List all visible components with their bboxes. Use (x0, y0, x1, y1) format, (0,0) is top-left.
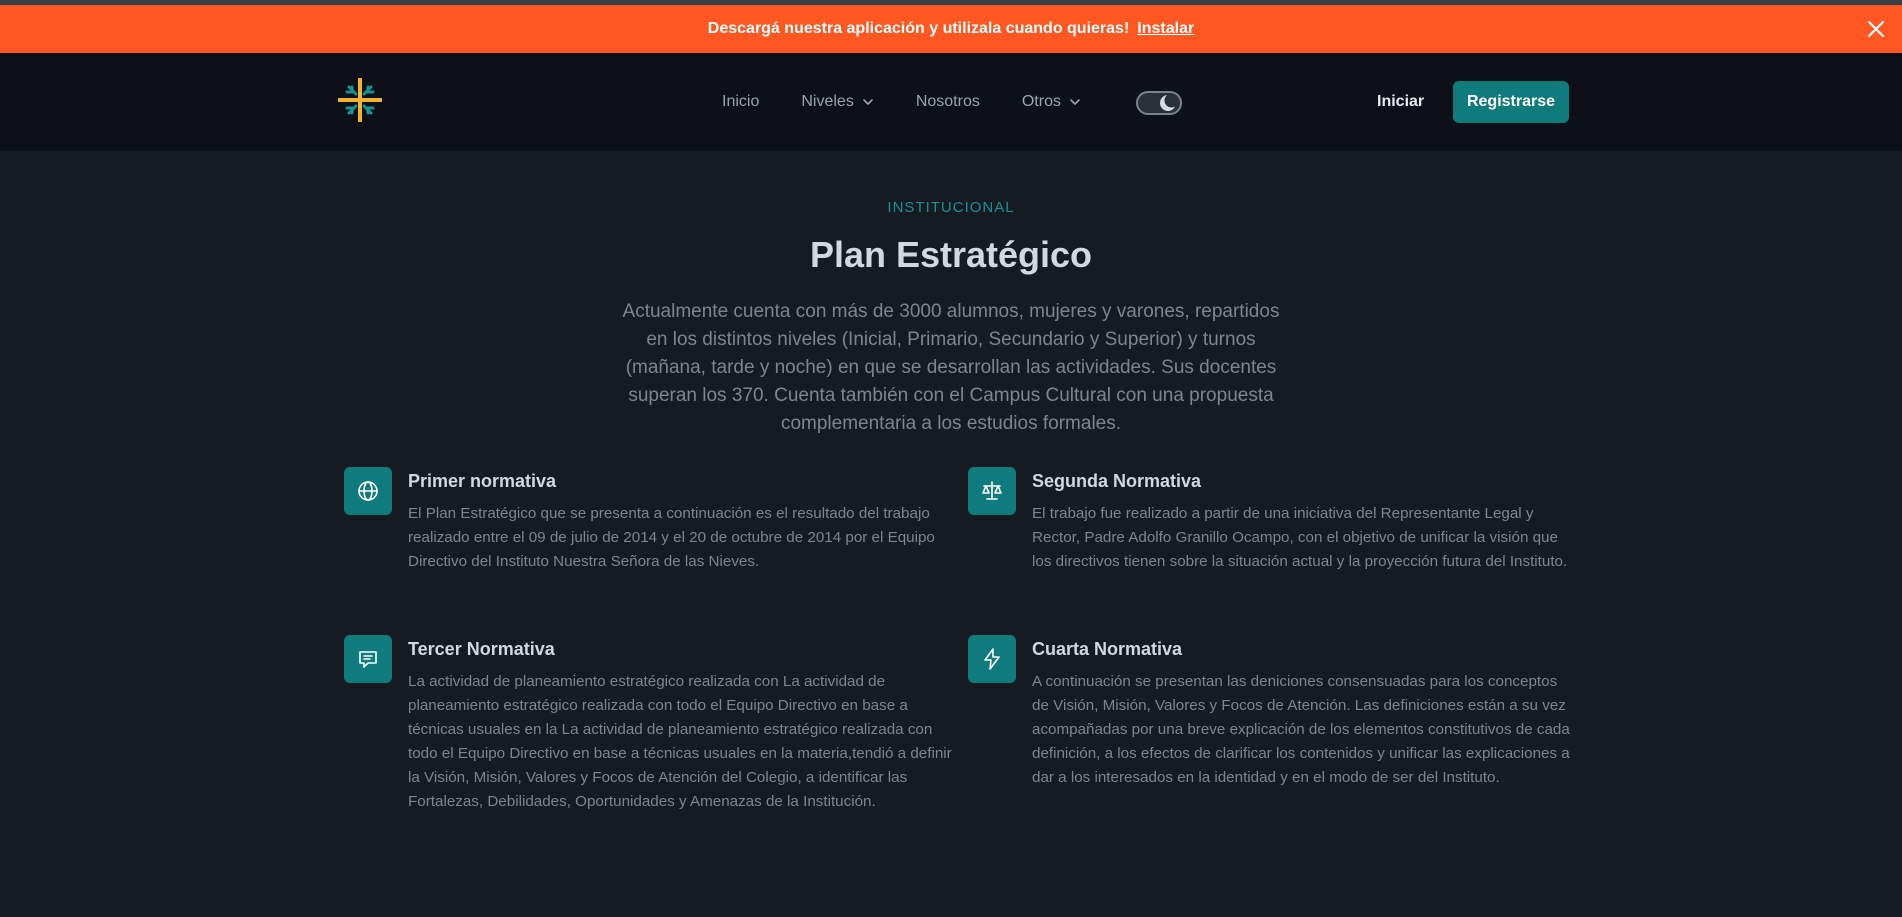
login-link[interactable]: Iniciar (1377, 53, 1424, 151)
feature-text: La actividad de planeamiento estratégico… (408, 673, 952, 810)
navbar: Inicio Niveles Nosotros Otros Iniciar Re… (0, 53, 1902, 151)
page-title: Plan Estratégico (809, 234, 1093, 275)
nav-nosotros-label: Nosotros (915, 93, 980, 110)
chevron-down-icon (863, 99, 873, 105)
main-navigation: Inicio Niveles Nosotros Otros (722, 53, 1123, 151)
close-banner-button[interactable] (1864, 17, 1888, 41)
feature-text: El Plan Estratégico que se presenta a co… (408, 505, 935, 570)
nav-nosotros[interactable]: Nosotros (916, 93, 980, 111)
moon-icon (1136, 91, 1182, 115)
banner-message: Descargá nuestra aplicación y utilizala … (707, 20, 1130, 37)
install-link[interactable]: Instalar (1137, 20, 1194, 38)
feature-title: Tercer Normativa (408, 639, 555, 659)
lightning-icon (984, 648, 1000, 670)
feature-title: Primer normativa (408, 471, 557, 491)
feature-title: Cuarta Normativa (1032, 639, 1183, 659)
nav-inicio-label: Inicio (722, 93, 760, 110)
theme-toggle[interactable] (1136, 91, 1182, 120)
close-icon (1867, 20, 1885, 38)
feature-icon-box (344, 467, 392, 515)
chat-icon (359, 651, 377, 668)
chevron-down-icon (1070, 99, 1080, 105)
scale-icon (982, 481, 1002, 500)
app-install-banner: Descargá nuestra aplicación y utilizala … (0, 5, 1902, 53)
logo-link[interactable] (335, 75, 385, 125)
feature-icon-box (344, 635, 392, 683)
register-button[interactable]: Registrarse (1453, 81, 1569, 123)
feature-title: Segunda Normativa (1032, 471, 1202, 491)
globe-icon (358, 481, 378, 501)
feature-icon-box (968, 467, 1016, 515)
section-eyebrow: INSTITUCIONAL (887, 199, 1015, 216)
feature-text: A continuación se presentan las denicion… (1032, 673, 1570, 786)
nav-inicio[interactable]: Inicio (722, 93, 759, 111)
nav-niveles-label: Niveles (801, 93, 854, 110)
hero-description: Actualmente cuenta con más de 3000 alumn… (622, 301, 1280, 434)
feature-icon-box (968, 635, 1016, 683)
nav-otros-label: Otros (1021, 93, 1061, 110)
feature-text: El trabajo fue realizado a partir de una… (1032, 505, 1568, 570)
hero-section: INSTITUCIONAL Plan Estratégico Actualmen… (0, 199, 1902, 438)
logo-icon (338, 78, 382, 122)
nav-niveles[interactable]: Niveles (801, 93, 873, 111)
nav-otros[interactable]: Otros (1022, 93, 1081, 111)
